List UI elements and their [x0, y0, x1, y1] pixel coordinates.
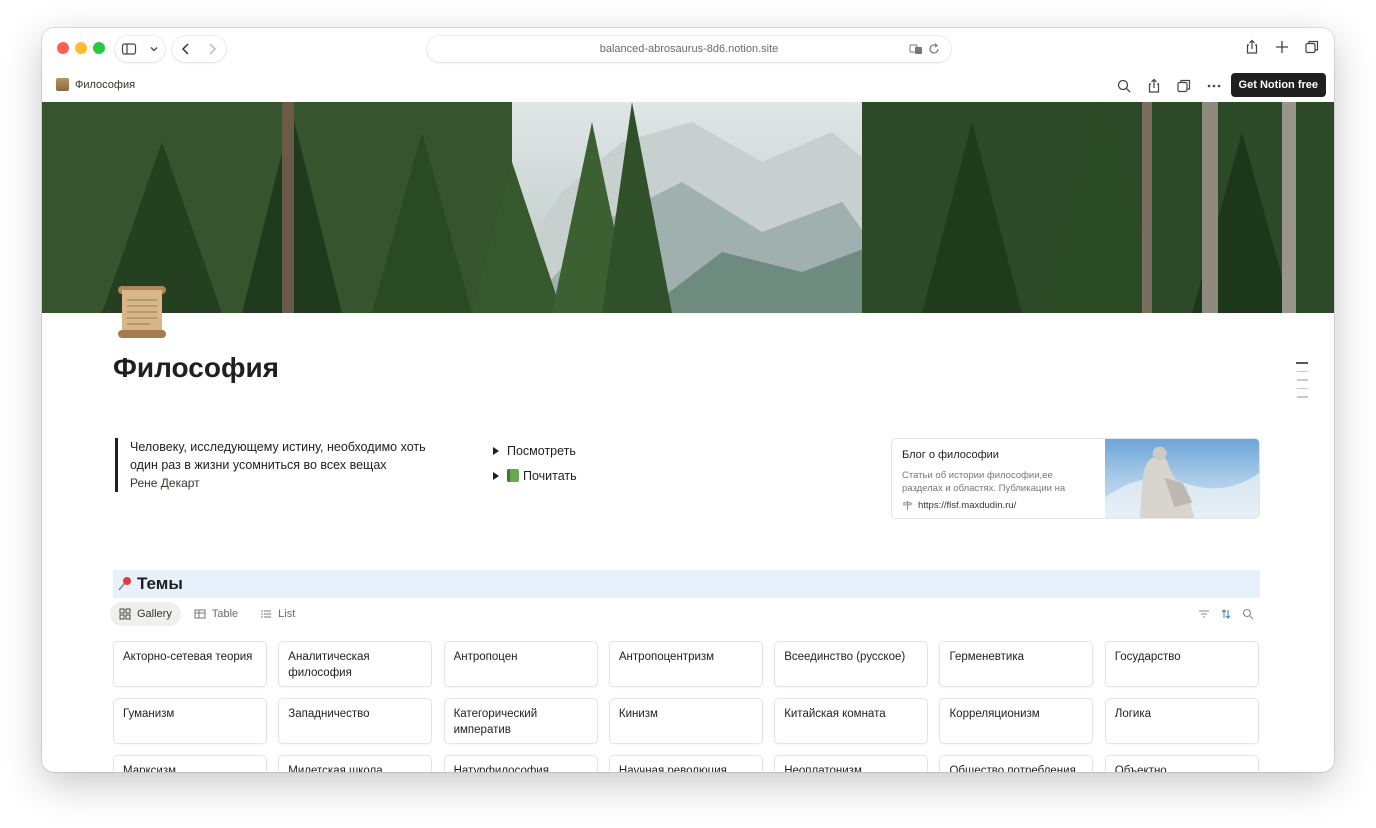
zoom-window-button[interactable] — [93, 42, 105, 54]
gallery-card[interactable]: Кинизм — [608, 698, 763, 744]
translate-icon[interactable] — [909, 42, 923, 56]
bookmark-title: Блог о философии — [902, 449, 999, 461]
gallery-card[interactable]: Милетская школа — [278, 755, 433, 772]
gallery-card[interactable]: Всеединство (русское) — [774, 641, 929, 687]
gallery-card[interactable]: Китайская комната — [774, 698, 929, 744]
bookmark-card[interactable]: Блог о философии Статьи об истории филос… — [891, 438, 1260, 519]
back-button[interactable] — [178, 41, 194, 57]
bookmark-url: https://flsf.maxdudin.ru/ — [918, 500, 1017, 511]
page-title: Философия — [113, 352, 279, 383]
tab-label: List — [278, 608, 296, 620]
browser-toolbar: balanced-abrosaurus-8d6.notion.site — [42, 28, 1334, 70]
breadcrumb[interactable]: Философия — [56, 78, 135, 91]
tab-list[interactable]: List — [251, 602, 304, 626]
gallery-card[interactable]: Государство — [1104, 641, 1259, 687]
search-icon[interactable] — [1116, 78, 1132, 94]
database-view-tabs: Gallery Table List — [110, 602, 304, 626]
duplicate-icon[interactable] — [1176, 78, 1192, 94]
navigation-buttons — [172, 36, 226, 62]
new-tab-icon[interactable] — [1274, 39, 1290, 55]
breadcrumb-title: Философия — [75, 78, 136, 91]
sidebar-icon — [121, 41, 137, 57]
tab-overview-icon[interactable] — [1304, 39, 1320, 55]
filter-icon[interactable] — [1198, 608, 1210, 620]
gallery-card[interactable]: Акторно-сетевая теория — [113, 641, 267, 687]
toggle-label: Почитать — [523, 468, 577, 483]
tab-table[interactable]: Table — [185, 602, 247, 626]
sort-icon[interactable] — [1220, 608, 1232, 620]
tab-gallery[interactable]: Gallery — [110, 602, 181, 626]
gallery-card[interactable]: Марксизм — [113, 755, 267, 772]
bookmark-description: Статьи об истории философии,ее разделах … — [902, 470, 1066, 494]
tab-label: Table — [211, 608, 239, 620]
toggle-watch[interactable]: Посмотреть — [493, 438, 577, 463]
url-text: balanced-abrosaurus-8d6.notion.site — [599, 43, 779, 55]
gallery-card[interactable]: Антропоцен — [443, 641, 598, 687]
gallery-card[interactable]: Общество потребления — [939, 755, 1094, 772]
section-heading: Темы — [113, 570, 1260, 598]
get-notion-free-button[interactable]: Get Notion free — [1230, 73, 1326, 97]
quote-author: Рене Декарт — [130, 476, 200, 490]
gallery-grid: Акторно-сетевая теория Аналитическая фил… — [113, 641, 1261, 772]
search-icon[interactable] — [1242, 608, 1254, 620]
share-icon[interactable] — [1244, 39, 1260, 55]
gallery-card[interactable]: Логика — [1104, 698, 1259, 744]
notion-topbar: Философия Get Notion free — [42, 70, 1334, 102]
gallery-card[interactable]: Неоплатонизм — [774, 755, 929, 772]
green-book-icon — [507, 469, 519, 482]
bookmark-thumbnail — [1105, 439, 1259, 518]
gallery-icon — [119, 608, 131, 620]
table-icon — [194, 608, 206, 620]
address-bar[interactable]: balanced-abrosaurus-8d6.notion.site — [427, 36, 951, 62]
minimize-window-button[interactable] — [75, 42, 87, 54]
reload-icon[interactable] — [927, 42, 941, 56]
list-icon — [260, 608, 272, 620]
toggle-label: Посмотреть — [507, 443, 576, 458]
share-icon[interactable] — [1146, 78, 1162, 94]
gallery-card[interactable]: Западничество — [278, 698, 433, 744]
cover-image — [42, 102, 1334, 313]
browser-window: balanced-abrosaurus-8d6.notion.site Фило… — [42, 28, 1334, 772]
forward-button[interactable] — [204, 41, 220, 57]
table-of-contents[interactable] — [1296, 362, 1308, 398]
gallery-card[interactable]: Аналитическая философия — [278, 641, 433, 687]
more-icon[interactable] — [1206, 78, 1222, 94]
gallery-card[interactable]: Герменевтика — [939, 641, 1094, 687]
gallery-card[interactable]: Объектно — [1104, 755, 1259, 772]
gallery-card[interactable]: Научная революция — [608, 755, 763, 772]
toggle-arrow-icon[interactable] — [493, 471, 499, 480]
gallery-card[interactable]: Категорический императив — [443, 698, 598, 744]
scroll-icon — [56, 78, 69, 91]
signpost-icon — [902, 500, 913, 511]
sidebar-toggle-button[interactable] — [115, 36, 165, 62]
scroll-icon — [114, 282, 170, 340]
quote-block: Человеку, исследующему истину, необходим… — [115, 438, 445, 492]
tab-label: Gallery — [137, 608, 172, 620]
pushpin-icon — [116, 575, 134, 593]
quote-text: Человеку, исследующему истину, необходим… — [130, 440, 426, 472]
gallery-card[interactable]: Корреляционизм — [939, 698, 1094, 744]
gallery-card[interactable]: Натурфилософия — [443, 755, 598, 772]
chevron-down-icon — [149, 44, 159, 54]
close-window-button[interactable] — [57, 42, 69, 54]
toggle-arrow-icon[interactable] — [493, 446, 499, 455]
toggle-list: Посмотреть Почитать — [493, 438, 577, 488]
section-heading-text: Темы — [137, 574, 183, 593]
toggle-read[interactable]: Почитать — [493, 463, 577, 488]
gallery-card[interactable]: Антропоцентризм — [608, 641, 763, 687]
gallery-card[interactable]: Гуманизм — [113, 698, 267, 744]
